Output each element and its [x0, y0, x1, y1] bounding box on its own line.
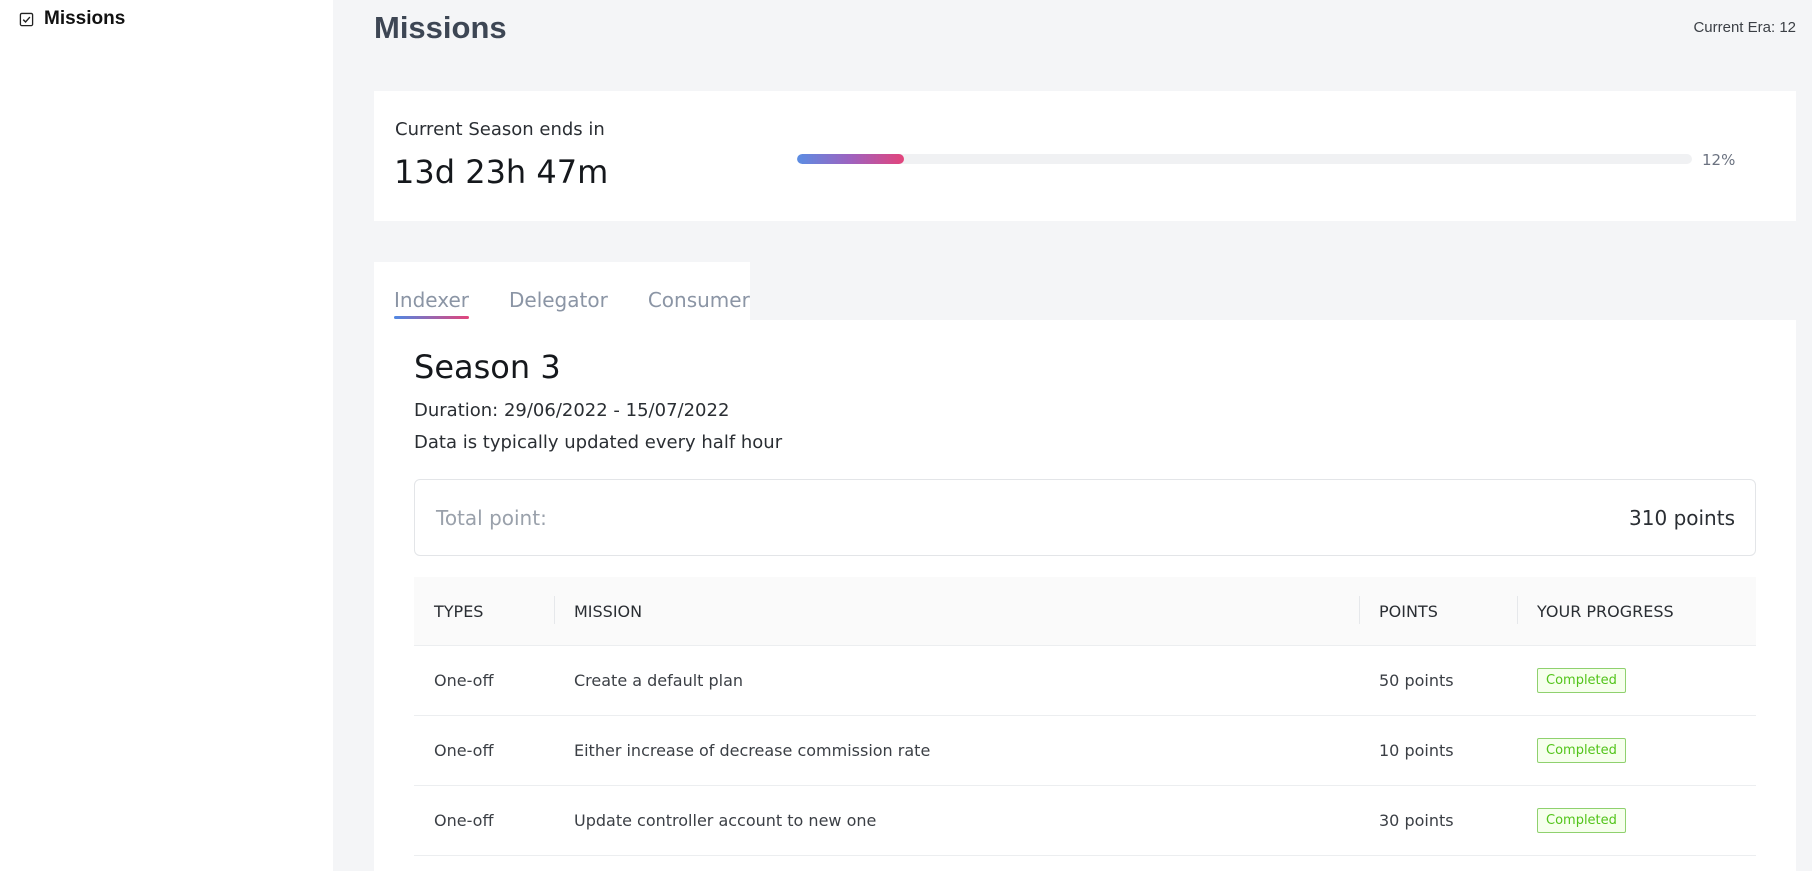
total-points-value: 310 points	[1629, 506, 1735, 530]
mission-name: Either increase of decrease commission r…	[574, 741, 931, 760]
column-header-points: POINTS	[1359, 595, 1517, 624]
season-duration: Duration: 29/06/2022 - 15/07/2022	[414, 400, 730, 421]
mission-points: 10 points	[1379, 741, 1454, 760]
mission-progress: Completed	[1517, 668, 1756, 693]
season-panel: Season 3 Duration: 29/06/2022 - 15/07/20…	[374, 320, 1796, 871]
checkbox-icon	[19, 12, 34, 26]
season-ends-label: Current Season ends in	[395, 119, 605, 140]
status-badge: Completed	[1537, 668, 1626, 693]
table-row: One-off Update controller account to new…	[414, 786, 1756, 856]
tab-indexer[interactable]: Indexer	[394, 262, 469, 322]
sidebar: Missions	[0, 0, 333, 871]
mission-progress: Completed	[1517, 738, 1756, 763]
total-points-box: Total point: 310 points	[414, 479, 1756, 556]
column-header-types: TYPES	[434, 601, 484, 621]
sidebar-item-missions[interactable]: Missions	[19, 8, 125, 30]
table-header: TYPES MISSION POINTS YOUR PROGRESS	[414, 577, 1756, 646]
mission-name: Create a default plan	[574, 671, 744, 690]
tab-label: Indexer	[394, 288, 469, 312]
column-header-mission: MISSION	[554, 595, 1359, 624]
season-countdown-card: Current Season ends in 13d 23h 47m 12%	[374, 91, 1796, 221]
status-badge: Completed	[1537, 738, 1626, 763]
missions-table: TYPES MISSION POINTS YOUR PROGRESS One-o…	[414, 577, 1756, 856]
tab-label: Consumer	[647, 288, 750, 312]
current-era: Current Era: 12	[1693, 19, 1796, 36]
mission-type: One-off	[434, 671, 494, 690]
mission-type: One-off	[434, 741, 494, 760]
main-content: Missions Current Era: 12 Current Season …	[333, 0, 1812, 871]
status-badge: Completed	[1537, 808, 1626, 833]
season-progress-percent: 12%	[1702, 151, 1736, 169]
table-row: One-off Either increase of decrease comm…	[414, 716, 1756, 786]
season-countdown: 13d 23h 47m	[394, 153, 609, 191]
total-points-label: Total point:	[436, 506, 547, 530]
season-title: Season 3	[414, 348, 561, 386]
mission-type: One-off	[434, 811, 494, 830]
tab-delegator[interactable]: Delegator	[509, 262, 608, 322]
role-tabs: Indexer Delegator Consumer	[374, 262, 750, 322]
mission-progress: Completed	[1517, 808, 1756, 833]
season-progress-fill	[797, 154, 905, 164]
page-title: Missions	[374, 10, 507, 45]
tab-consumer[interactable]: Consumer	[648, 262, 750, 322]
mission-points: 50 points	[1379, 671, 1454, 690]
active-tab-indicator	[394, 316, 469, 319]
table-row: One-off Create a default plan 50 points …	[414, 646, 1756, 716]
mission-name: Update controller account to new one	[574, 811, 877, 830]
season-progress-bar	[797, 154, 1692, 164]
tab-label: Delegator	[508, 288, 608, 312]
sidebar-item-label: Missions	[44, 8, 126, 29]
mission-points: 30 points	[1379, 811, 1454, 830]
update-note: Data is typically updated every half hou…	[414, 432, 783, 453]
column-header-progress: YOUR PROGRESS	[1517, 595, 1756, 624]
